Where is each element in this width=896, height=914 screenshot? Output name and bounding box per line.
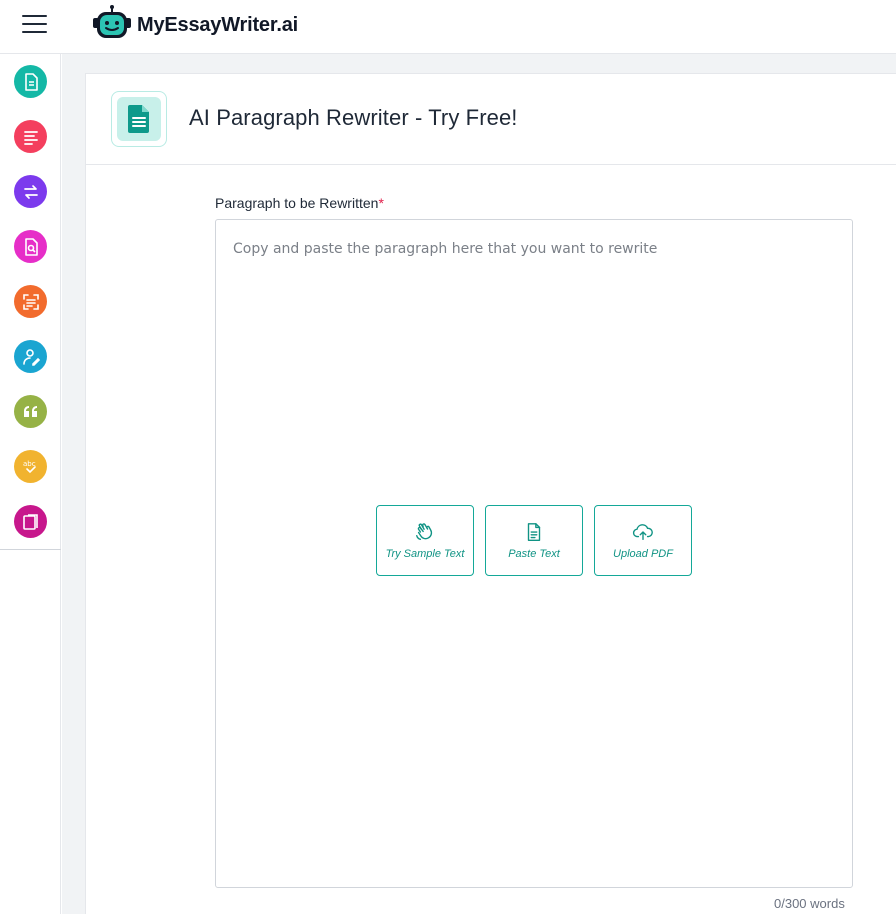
document-text-icon xyxy=(128,105,149,133)
rewrite-arrows-icon xyxy=(23,184,38,199)
sidebar-item-scanner[interactable] xyxy=(14,285,47,318)
paste-text-label: Paste Text xyxy=(508,548,560,560)
document-search-icon xyxy=(24,237,38,256)
pages-icon xyxy=(22,513,38,530)
paragraph-input-box: Try Sample Text Paste Text Upload PDF xyxy=(215,219,853,888)
paste-text-button[interactable]: Paste Text xyxy=(485,505,583,576)
try-sample-text-label: Try Sample Text xyxy=(385,548,465,560)
upload-pdf-label: Upload PDF xyxy=(613,548,673,560)
sidebar-item-grammar[interactable]: abc xyxy=(14,450,47,483)
robot-logo-icon[interactable] xyxy=(92,4,132,40)
field-label-text: Paragraph to be Rewritten xyxy=(215,195,379,211)
sidebar-item-essay[interactable] xyxy=(14,65,47,98)
sidebar-item-citation[interactable] xyxy=(14,395,47,428)
user-edit-icon xyxy=(22,348,40,366)
document-icon xyxy=(24,72,38,91)
sidebar-item-paragraph[interactable] xyxy=(14,120,47,153)
scan-text-icon xyxy=(22,293,39,310)
sidebar-item-humanizer[interactable] xyxy=(14,340,47,373)
required-mark: * xyxy=(378,195,384,211)
cloud-upload-icon xyxy=(632,524,653,541)
try-sample-text-button[interactable]: Try Sample Text xyxy=(376,505,474,576)
tool-card: AI Paragraph Rewriter - Try Free! Paragr… xyxy=(85,73,896,914)
quote-icon xyxy=(23,405,37,417)
sidebar-divider xyxy=(0,549,61,550)
word-count: 0/300 words xyxy=(774,896,845,911)
paste-document-icon xyxy=(527,523,541,541)
abc-spellcheck-icon: abc xyxy=(23,460,36,473)
text-lines-icon xyxy=(23,130,38,145)
upload-pdf-button[interactable]: Upload PDF xyxy=(594,505,692,576)
svg-text:abc: abc xyxy=(23,460,36,468)
brand-name[interactable]: MyEssayWriter.ai xyxy=(137,14,298,37)
hamburger-menu-icon[interactable] xyxy=(22,13,48,35)
sidebar-item-rewriter[interactable] xyxy=(14,175,47,208)
top-bar: MyEssayWriter.ai xyxy=(0,0,896,54)
sidebar: abc xyxy=(0,54,61,914)
page-title: AI Paragraph Rewriter - Try Free! xyxy=(189,105,518,130)
sidebar-item-pages[interactable] xyxy=(14,505,47,538)
tool-icon-box xyxy=(111,91,167,147)
hand-wave-icon xyxy=(416,523,433,541)
paragraph-field-label: Paragraph to be Rewritten* xyxy=(215,195,384,211)
tool-header: AI Paragraph Rewriter - Try Free! xyxy=(86,74,896,165)
sidebar-item-checker[interactable] xyxy=(14,230,47,263)
